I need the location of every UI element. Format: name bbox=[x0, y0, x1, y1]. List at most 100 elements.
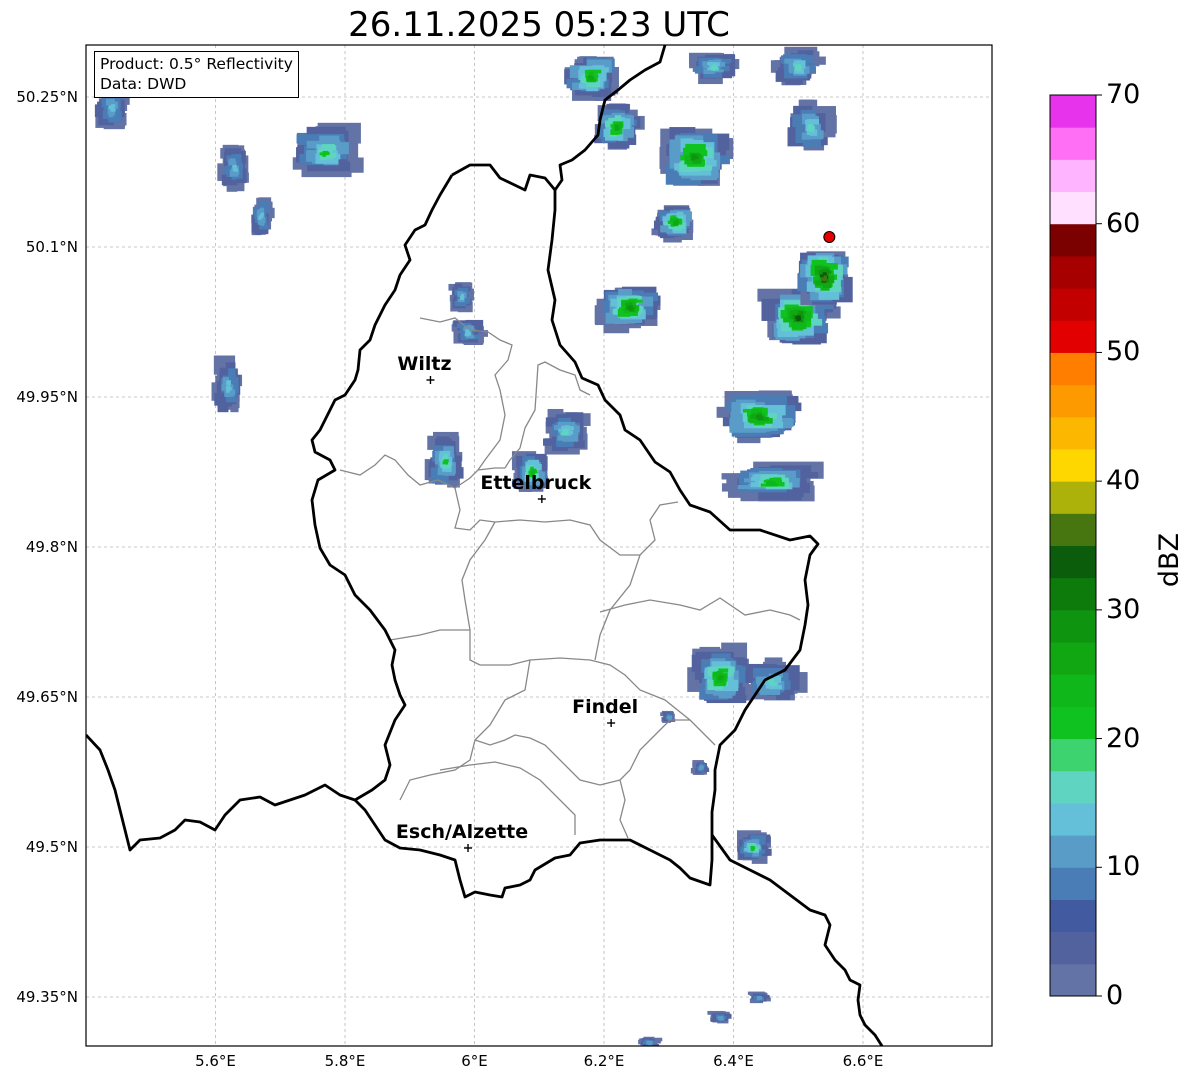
echo-block bbox=[466, 332, 472, 336]
echo-block bbox=[752, 846, 756, 850]
city-label: Findel bbox=[572, 696, 638, 718]
colorbar-segment bbox=[1050, 448, 1096, 482]
colorbar-segment bbox=[1050, 867, 1096, 900]
lon-tick-label: 5.8°E bbox=[324, 1052, 366, 1070]
lon-tick-label: 6.6°E bbox=[842, 1052, 884, 1070]
radar-echo bbox=[448, 282, 474, 313]
lat-tick-label: 49.5°N bbox=[25, 838, 78, 856]
lat-tick-label: 49.35°N bbox=[16, 988, 78, 1006]
colorbar bbox=[1049, 94, 1102, 997]
city-label: Esch/Alzette bbox=[396, 821, 528, 843]
colorbar-segment bbox=[1050, 802, 1096, 836]
colorbar-segment bbox=[1050, 288, 1096, 321]
echo-block bbox=[807, 119, 819, 125]
echo-block bbox=[807, 126, 812, 131]
colorbar-segment bbox=[1050, 545, 1096, 579]
lon-tick-label: 6°E bbox=[461, 1052, 488, 1070]
echo-block bbox=[588, 72, 593, 76]
colorbar-tick-label: 50 bbox=[1106, 336, 1141, 368]
info-box: Product: 0.5° Reflectivity Data: DWD bbox=[94, 51, 299, 98]
radar-echo bbox=[797, 251, 853, 306]
radar-echo bbox=[737, 830, 772, 864]
echo-block bbox=[759, 415, 763, 419]
colorbar-segment bbox=[1050, 963, 1096, 997]
radar-echo bbox=[217, 144, 249, 192]
colorbar-segment bbox=[1050, 384, 1096, 418]
colorbar-segment bbox=[1050, 770, 1096, 804]
colorbar-segment bbox=[1050, 127, 1096, 160]
echo-block bbox=[712, 64, 718, 68]
colorbar-segment bbox=[1050, 352, 1096, 386]
colorbar-segment bbox=[1050, 416, 1096, 450]
echo-block bbox=[772, 682, 776, 686]
colorbar-tick-label: 30 bbox=[1106, 593, 1141, 625]
colorbar-segment bbox=[1050, 609, 1096, 643]
echo-block bbox=[261, 219, 265, 226]
colorbar-segment bbox=[1050, 642, 1096, 675]
echo-block bbox=[562, 429, 568, 433]
echo-block bbox=[260, 214, 264, 218]
echo-block bbox=[673, 221, 677, 225]
radar-echo bbox=[543, 408, 591, 455]
echo-block bbox=[700, 765, 704, 769]
radar-echo bbox=[707, 1010, 732, 1024]
echo-block bbox=[770, 481, 776, 485]
city-label: Wiltz bbox=[397, 353, 451, 375]
echo-block bbox=[557, 435, 573, 441]
echo-block bbox=[758, 996, 763, 1000]
echo-block bbox=[589, 76, 593, 80]
lat-tick-label: 50.25°N bbox=[16, 88, 78, 106]
colorbar-segment bbox=[1050, 159, 1096, 193]
echo-block bbox=[795, 68, 802, 72]
echo-block bbox=[647, 1042, 651, 1046]
lat-tick-label: 49.8°N bbox=[25, 538, 78, 556]
colorbar-segment bbox=[1050, 255, 1096, 289]
echo-block bbox=[667, 716, 671, 720]
echo-block bbox=[232, 165, 237, 169]
echo-block bbox=[719, 1017, 723, 1021]
lat-tick-label: 49.95°N bbox=[16, 388, 78, 406]
echo-block bbox=[707, 62, 719, 66]
echo-block bbox=[108, 105, 115, 109]
echo-block bbox=[226, 381, 230, 385]
colorbar-segment bbox=[1050, 513, 1096, 546]
echo-block bbox=[323, 151, 330, 155]
colorbar-tick-label: 10 bbox=[1106, 851, 1141, 883]
radar-map: Wiltz Ettelbruck Findel Esch/Alzette bbox=[85, 44, 1102, 1047]
echo-block bbox=[234, 168, 239, 172]
colorbar-segment bbox=[1050, 931, 1096, 965]
colorbar-segment bbox=[1050, 95, 1096, 128]
lat-tick-label: 50.1°N bbox=[25, 238, 78, 256]
lon-tick-label: 6.4°E bbox=[713, 1052, 754, 1070]
echo-block bbox=[717, 676, 722, 680]
radar-site-marker bbox=[823, 231, 836, 243]
colorbar-tick-label: 0 bbox=[1106, 980, 1124, 1011]
product-label: Product: 0.5° Reflectivity bbox=[100, 55, 293, 73]
echo-block bbox=[751, 839, 760, 843]
echo-block bbox=[798, 311, 804, 317]
colorbar-segment bbox=[1050, 835, 1096, 868]
echo-block bbox=[823, 278, 827, 282]
lat-tick-label: 49.65°N bbox=[16, 688, 78, 706]
colorbar-segment bbox=[1050, 223, 1096, 257]
echo-block bbox=[797, 64, 801, 68]
source-label: Data: DWD bbox=[100, 75, 187, 93]
echo-block bbox=[226, 388, 230, 393]
echo-block bbox=[440, 464, 446, 468]
echo-block bbox=[626, 306, 632, 310]
echo-block bbox=[795, 315, 800, 319]
echo-block bbox=[623, 309, 630, 313]
lon-tick-label: 6.2°E bbox=[583, 1052, 625, 1070]
colorbar-segment bbox=[1050, 738, 1096, 772]
colorbar-segment bbox=[1050, 577, 1096, 611]
colorbar-tick-label: 70 bbox=[1106, 79, 1141, 110]
echo-block bbox=[227, 385, 231, 389]
colorbar-label: dBZ bbox=[1154, 532, 1184, 588]
colorbar-segment bbox=[1050, 191, 1096, 225]
lon-tick-label: 5.6°E bbox=[195, 1052, 236, 1070]
echo-block bbox=[110, 108, 114, 112]
colorbar-segment bbox=[1050, 706, 1096, 740]
city-label: Ettelbruck bbox=[480, 472, 591, 494]
radar-echo bbox=[451, 319, 488, 346]
echo-block bbox=[615, 125, 619, 129]
